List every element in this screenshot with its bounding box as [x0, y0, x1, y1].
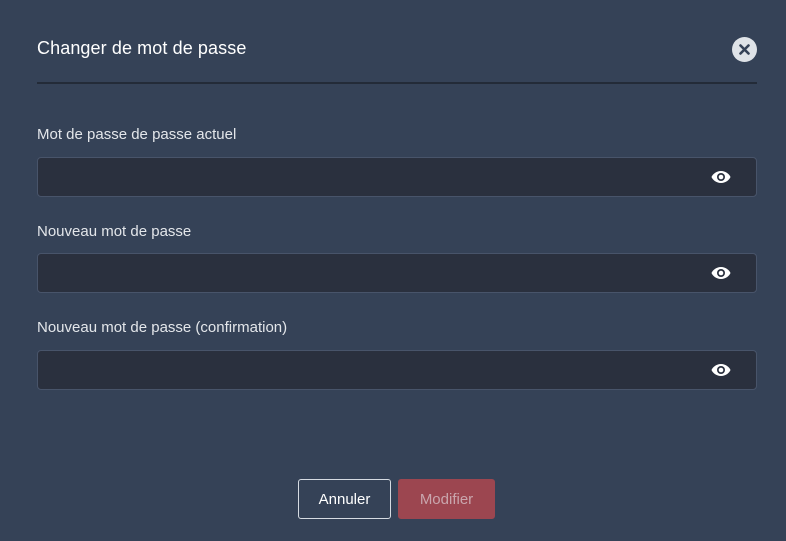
confirm-password-field — [37, 350, 757, 390]
close-button[interactable] — [732, 37, 757, 62]
new-password-label: Nouveau mot de passe — [37, 223, 192, 240]
toggle-new-password-visibility[interactable] — [710, 265, 732, 281]
dialog-title: Changer de mot de passe — [37, 38, 247, 58]
eye-icon — [711, 267, 731, 279]
new-password-input[interactable] — [38, 254, 698, 292]
toggle-confirm-password-visibility[interactable] — [710, 362, 732, 378]
confirm-password-input[interactable] — [38, 351, 698, 389]
confirm-password-label: Nouveau mot de passe (confirmation) — [37, 319, 288, 336]
close-icon — [739, 44, 750, 55]
dialog-header: Changer de mot de passe — [37, 0, 757, 84]
cancel-button[interactable]: Annuler — [298, 479, 391, 519]
change-password-dialog: Changer de mot de passe Mot de passe de … — [0, 0, 786, 541]
toggle-current-password-visibility[interactable] — [710, 169, 732, 185]
eye-icon — [711, 171, 731, 183]
submit-button[interactable]: Modifier — [398, 479, 495, 519]
new-password-field — [37, 253, 757, 293]
current-password-field — [37, 157, 757, 197]
current-password-label: Mot de passe de passe actuel — [37, 126, 237, 143]
eye-icon — [711, 364, 731, 376]
current-password-input[interactable] — [38, 158, 698, 196]
